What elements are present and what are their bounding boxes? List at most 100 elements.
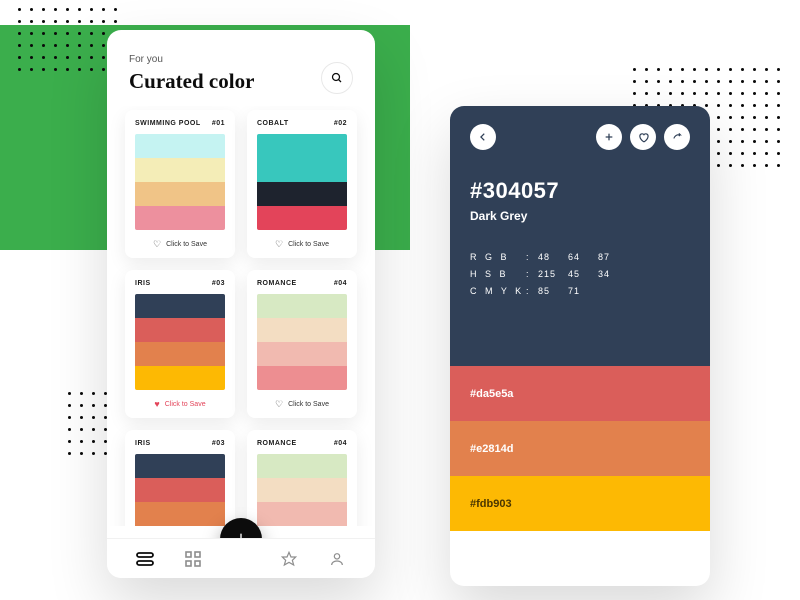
detail-hero: #304057 Dark Grey R G B:486487 H S B:215… [450,106,710,366]
save-button[interactable]: ♡ Click to Save [257,239,347,250]
swatch-stack [135,134,225,230]
palette-name: SWIMMING POOL [135,120,201,127]
swatch [257,342,347,366]
swatch-stack [135,294,225,390]
cmyk-label: C M Y K [470,283,526,300]
swatch [257,158,347,182]
swatch [257,206,347,230]
swatch [135,342,225,366]
plus-icon [604,132,614,142]
card-header: ROMANCE #04 [257,280,347,287]
swatch-stack [135,454,225,526]
color-metadata: R G B:486487 H S B:2154534 C M Y K:8571 [470,249,690,300]
strip-hex: #fdb903 [470,498,512,510]
swatch [135,454,225,478]
main-color-hex: #304057 [470,178,690,204]
nav-grid[interactable] [184,550,202,568]
palette-number: #03 [212,280,225,287]
palette-number: #03 [212,440,225,447]
swatch [257,318,347,342]
swatch [135,134,225,158]
swatch [257,502,347,526]
save-button[interactable]: ♡ Click to Save [257,399,347,410]
main-color-name: Dark Grey [470,209,690,223]
palette-list-screen: For you Curated color SWIMMING POOL#01♡C… [107,30,375,578]
heart-icon: ♥ [154,399,159,409]
palette-number: #01 [212,120,225,127]
header-kicker: For you [129,54,254,65]
share-button[interactable] [664,124,690,150]
heart-icon: ♡ [275,239,283,250]
swatch [135,318,225,342]
swatch [257,454,347,478]
save-label: Click to Save [165,401,206,408]
swatch [135,206,225,230]
palette-name: IRIS [135,440,151,447]
swatch [135,182,225,206]
save-button[interactable]: ♥ Click to Save [135,399,225,409]
add-button[interactable] [596,124,622,150]
palette-card[interactable]: IRIS#03♡Click to Save [125,430,235,526]
card-header: COBALT #02 [257,120,347,127]
swatch [257,478,347,502]
swatch [135,478,225,502]
nav-palettes[interactable] [136,550,154,568]
palette-name: IRIS [135,280,151,287]
card-header: IRIS #03 [135,440,225,447]
dot-pattern-top-left [18,8,117,71]
strip-hex: #e2814d [470,443,513,455]
swatch-stack [257,134,347,230]
palette-grid: SWIMMING POOL #01 ♡ Click to Save COBALT #02 ♡… [107,106,375,526]
nav-profile[interactable] [328,550,346,568]
save-label: Click to Save [288,401,329,408]
save-label: Click to Save [288,241,329,248]
share-icon [672,132,683,143]
palette-card[interactable]: IRIS #03 ♥ Click to Save [125,270,235,418]
card-header: SWIMMING POOL #01 [135,120,225,127]
hsb-values: 2154534 [538,266,628,283]
heart-icon: ♡ [275,399,283,410]
swatch [135,294,225,318]
hsb-label: H S B [470,266,526,283]
palette-number: #02 [334,120,347,127]
nav-favorites[interactable] [280,550,298,568]
palette-name: COBALT [257,120,289,127]
card-header: IRIS #03 [135,280,225,287]
heart-icon [638,132,649,143]
swatch [135,366,225,390]
cmyk-values: 8571 [538,283,628,300]
swatch-stack [257,294,347,390]
swatch [257,182,347,206]
color-strip[interactable]: #e2814d [450,421,710,476]
palette-card[interactable]: COBALT #02 ♡ Click to Save [247,110,357,258]
swatch [257,294,347,318]
swatch [257,134,347,158]
rgb-values: 486487 [538,249,628,266]
detail-toolbar [470,124,690,150]
page-title: Curated color [129,69,254,94]
palette-name: ROMANCE [257,280,297,287]
palette-card[interactable]: ROMANCE #04 ♡ Click to Save [247,270,357,418]
palette-number: #04 [334,280,347,287]
color-strip[interactable]: #fdb903 [450,476,710,531]
palette-card[interactable]: SWIMMING POOL #01 ♡ Click to Save [125,110,235,258]
search-button[interactable] [321,62,353,94]
swatch [135,158,225,182]
list-header: For you Curated color [107,30,375,106]
swatch-stack [257,454,347,526]
strip-hex: #da5e5a [470,388,513,400]
favorite-button[interactable] [630,124,656,150]
rgb-label: R G B [470,249,526,266]
save-button[interactable]: ♡ Click to Save [135,239,225,250]
search-icon [331,72,343,84]
color-strip[interactable]: #da5e5a [450,366,710,421]
palette-card[interactable]: ROMANCE#04♡Click to Save [247,430,357,526]
heart-icon: ♡ [153,239,161,250]
swatch [135,502,225,526]
bottom-nav [107,538,375,578]
palette-name: ROMANCE [257,440,297,447]
palette-detail-screen: #304057 Dark Grey R G B:486487 H S B:215… [450,106,710,586]
save-label: Click to Save [166,241,207,248]
back-button[interactable] [470,124,496,150]
palette-number: #04 [334,440,347,447]
